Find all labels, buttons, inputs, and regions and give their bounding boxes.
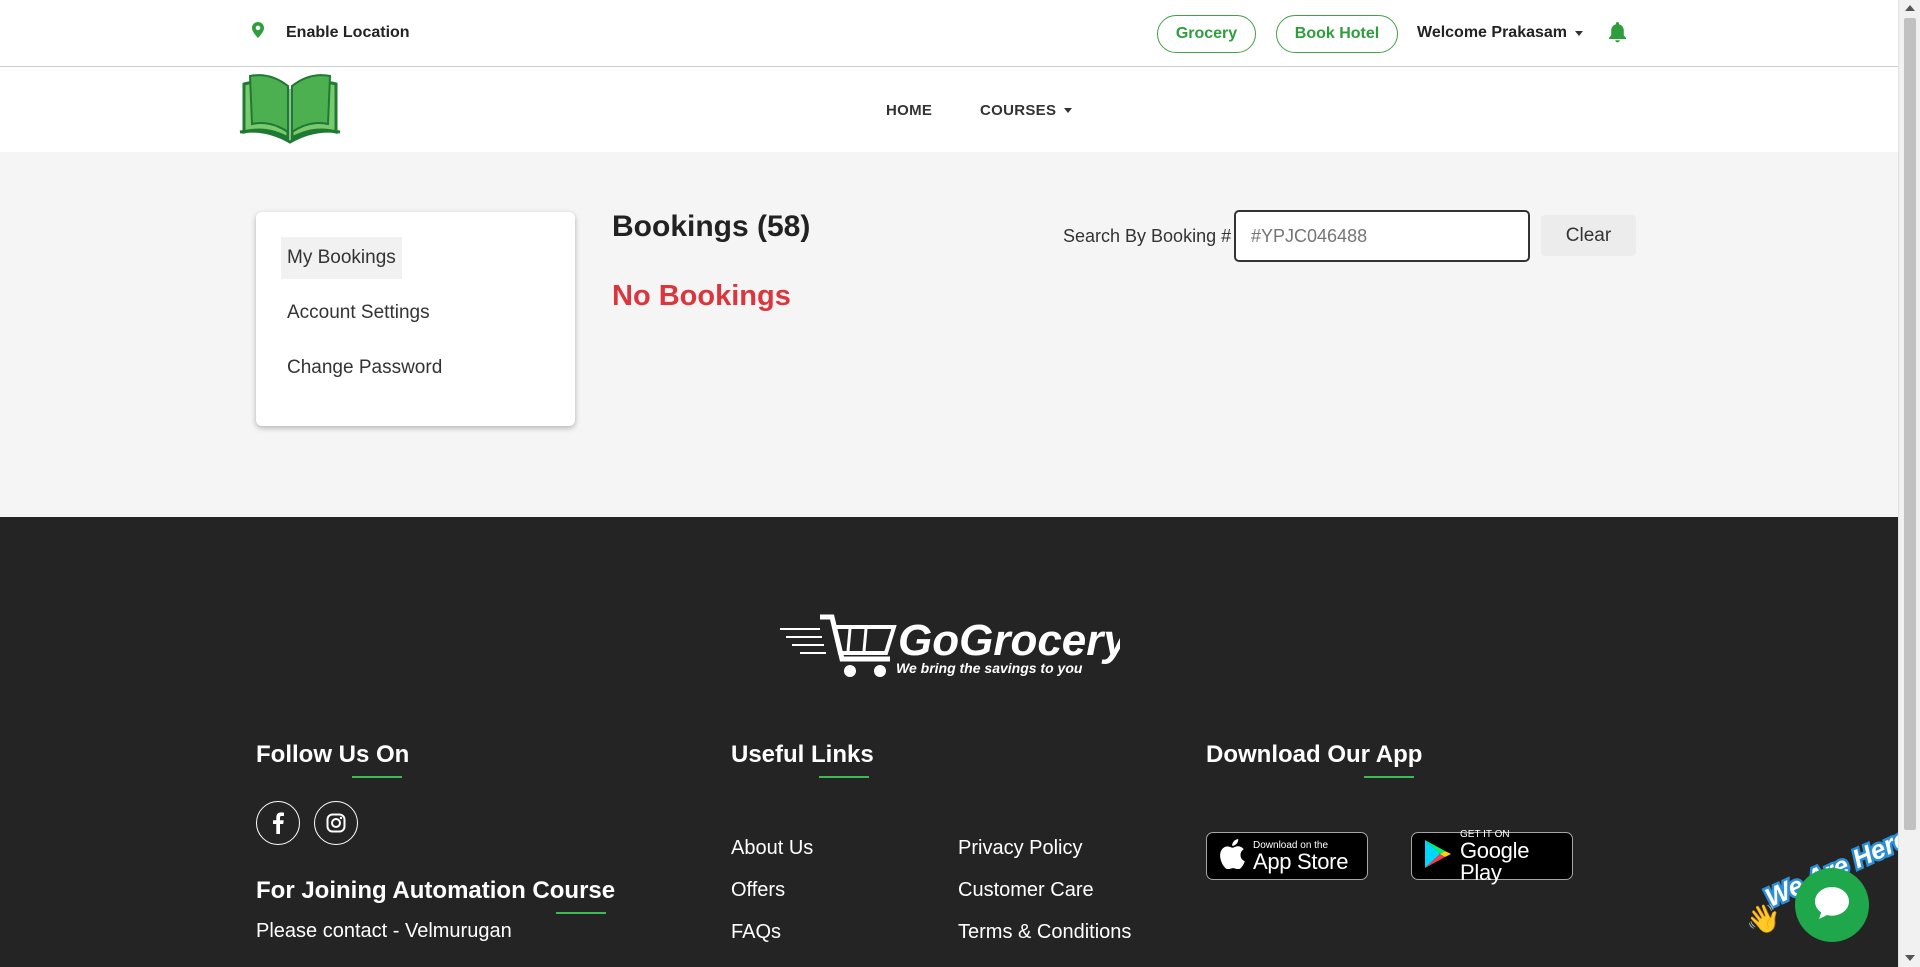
sidebar-item-account-settings[interactable]: Account Settings: [281, 292, 436, 334]
offers-link[interactable]: Offers: [731, 879, 785, 902]
useful-links-heading: Useful Links: [731, 741, 874, 768]
top-bar: Enable Location Grocery Book Hotel Welco…: [0, 0, 1898, 67]
terms-conditions-link[interactable]: Terms & Conditions: [958, 921, 1131, 944]
empty-state-text: No Bookings: [612, 280, 791, 312]
brand-tagline: We bring the savings to you: [896, 660, 1083, 676]
main-navbar: HOME COURSES: [0, 68, 1898, 152]
book-logo-icon[interactable]: [238, 72, 342, 149]
booking-search-input[interactable]: [1234, 210, 1530, 262]
sidebar-item-my-bookings[interactable]: My Bookings: [281, 237, 402, 279]
nav-home-link[interactable]: HOME: [886, 102, 932, 119]
facebook-icon[interactable]: [256, 801, 300, 845]
app-store-button[interactable]: Download on the App Store: [1206, 832, 1368, 880]
app-store-big-text: App Store: [1253, 848, 1349, 874]
google-play-button[interactable]: GET IT ON Google Play: [1411, 829, 1573, 883]
scroll-up-arrow-icon[interactable]: [1905, 5, 1915, 11]
join-course-heading: For Joining Automation Course: [256, 877, 616, 904]
chevron-down-icon: [1064, 108, 1073, 113]
heading-underline: [1364, 776, 1414, 778]
apple-icon: [1219, 838, 1245, 874]
page-title: Bookings (58): [612, 210, 811, 243]
book-hotel-button[interactable]: Book Hotel: [1276, 15, 1398, 53]
scrollbar-thumb[interactable]: [1904, 18, 1916, 830]
chat-button[interactable]: [1795, 868, 1869, 942]
footer: GoGrocery We bring the savings to you Fo…: [0, 517, 1898, 967]
instagram-icon[interactable]: [314, 801, 358, 845]
enable-location-label: Enable Location: [286, 23, 410, 41]
nav-courses-label: COURSES: [980, 102, 1057, 119]
clear-button[interactable]: Clear: [1541, 215, 1636, 256]
contact-text: Please contact - Velmurugan: [256, 920, 512, 942]
gogrocery-logo[interactable]: GoGrocery We bring the savings to you: [780, 613, 1130, 688]
chat-bubble-icon: [1813, 885, 1851, 926]
account-sidebar: My Bookings Account Settings Change Pass…: [256, 212, 575, 426]
heading-underline: [352, 776, 402, 778]
google-play-icon: [1424, 839, 1452, 874]
heading-underline: [819, 776, 869, 778]
follow-heading: Follow Us On: [256, 741, 410, 768]
notification-bell-icon[interactable]: [1608, 22, 1627, 48]
nav-courses-dropdown[interactable]: COURSES: [980, 102, 1073, 119]
scroll-down-arrow-icon[interactable]: [1905, 955, 1915, 961]
enable-location[interactable]: Enable Location: [252, 22, 410, 43]
download-app-heading: Download Our App: [1206, 741, 1423, 768]
brand-name: GoGrocery: [898, 616, 1120, 665]
faqs-link[interactable]: FAQs: [731, 921, 781, 944]
sidebar-item-change-password[interactable]: Change Password: [281, 347, 448, 389]
user-menu-dropdown[interactable]: Welcome Prakasam: [1417, 24, 1584, 42]
welcome-text: Welcome Prakasam: [1417, 24, 1568, 41]
page-scrollbar[interactable]: [1898, 0, 1920, 967]
google-play-big-text: Google Play: [1460, 837, 1530, 885]
grocery-button[interactable]: Grocery: [1157, 15, 1256, 53]
privacy-policy-link[interactable]: Privacy Policy: [958, 837, 1082, 860]
about-us-link[interactable]: About Us: [731, 837, 813, 860]
customer-care-link[interactable]: Customer Care: [958, 879, 1094, 902]
heading-underline: [556, 912, 606, 914]
search-label: Search By Booking #: [1063, 226, 1232, 246]
location-pin-icon: [252, 22, 264, 43]
main-content: My Bookings Account Settings Change Pass…: [0, 152, 1898, 517]
waving-hand-icon: 👋: [1746, 903, 1781, 935]
chevron-down-icon: [1575, 30, 1584, 36]
